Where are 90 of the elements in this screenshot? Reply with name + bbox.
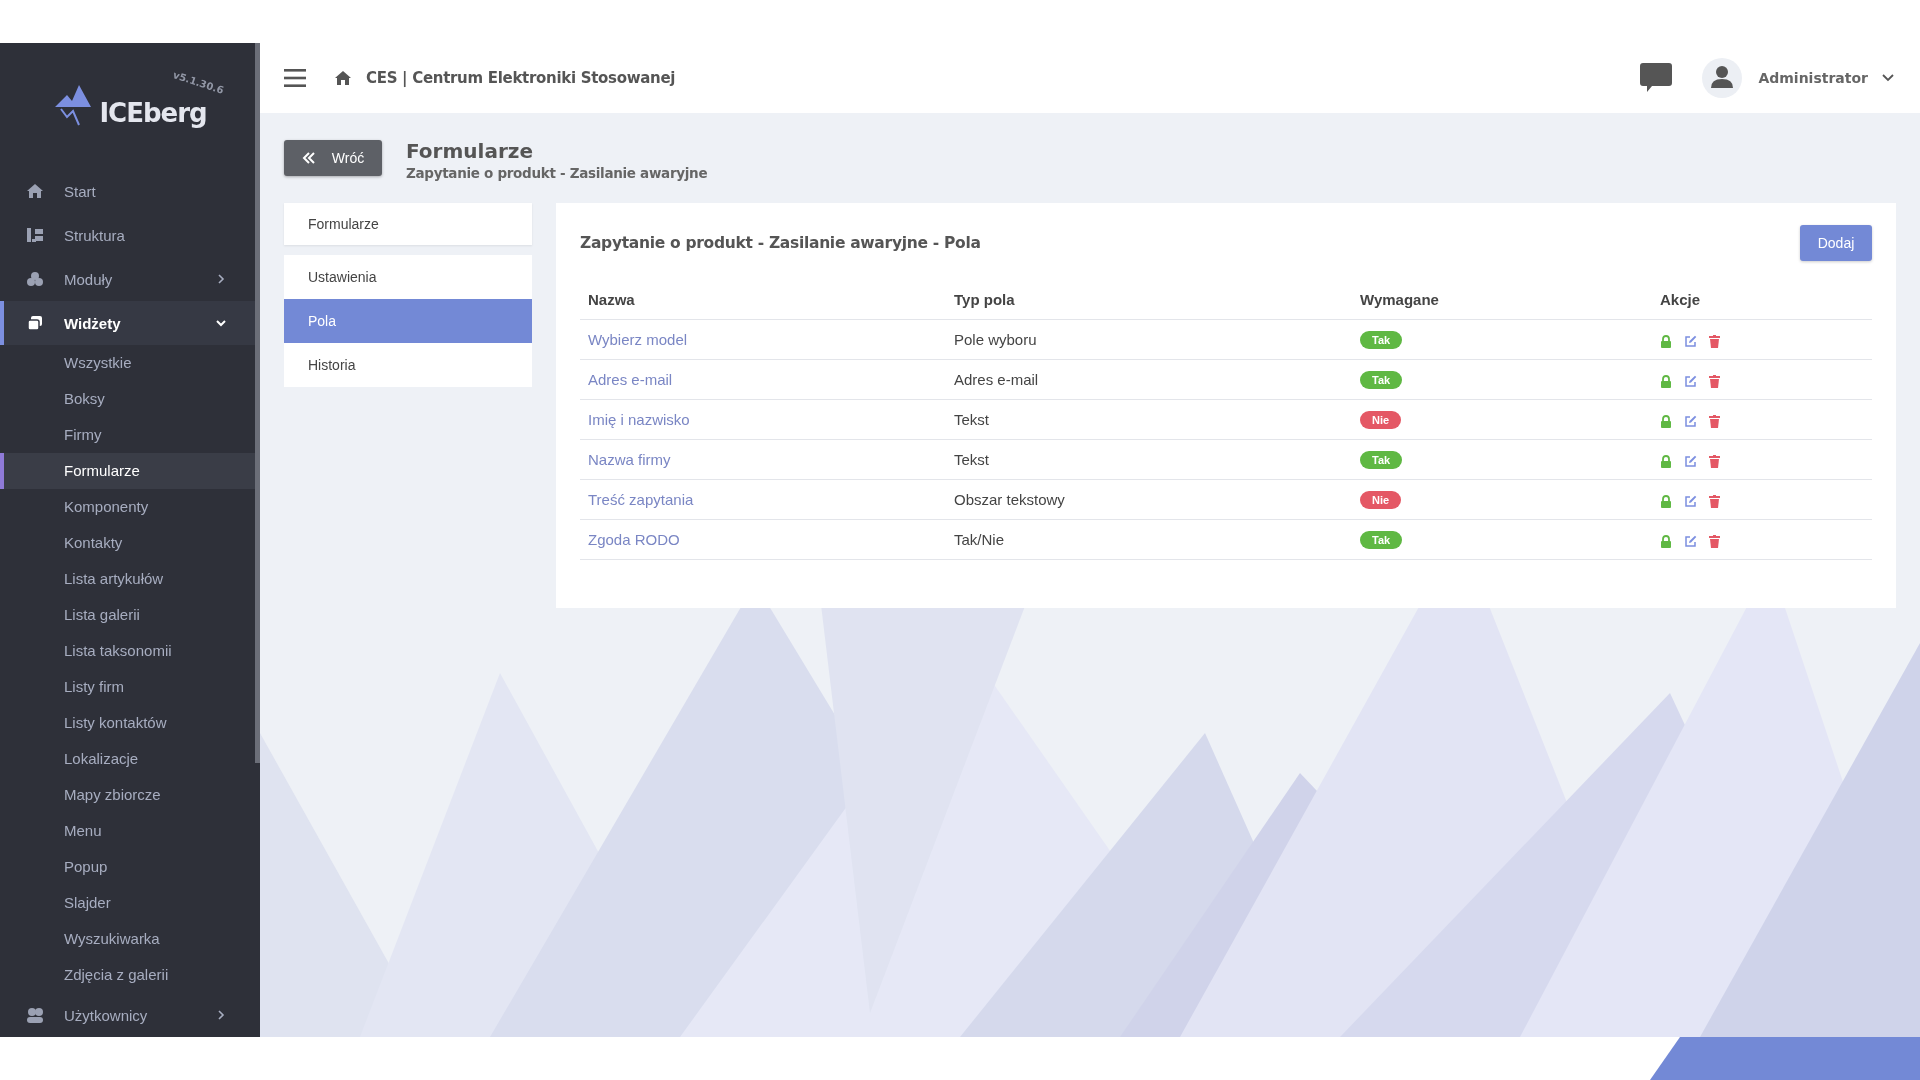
menu-icon[interactable]: [284, 69, 306, 87]
required-badge: Tak: [1360, 331, 1403, 349]
tree-icon: [26, 227, 44, 243]
sidebar-item[interactable]: Start: [0, 169, 255, 213]
double-chevron-icon: [301, 152, 316, 164]
home-icon[interactable]: [334, 70, 352, 86]
user-name[interactable]: Administrator: [1758, 70, 1868, 86]
sidebar-subitem[interactable]: Boksy: [0, 381, 255, 417]
column-header: Typ pola: [954, 290, 1015, 308]
home-icon: [26, 183, 44, 199]
add-button[interactable]: Dodaj: [1800, 225, 1872, 261]
sidebar-subitem[interactable]: Lista taksonomii: [0, 633, 255, 669]
sidebar-subitem[interactable]: Mapy zbiorcze: [0, 777, 255, 813]
chevron-icon: [215, 1009, 227, 1021]
sidebar-subitem[interactable]: Slajder: [0, 885, 255, 921]
chevron-icon: [215, 273, 227, 285]
sidebar-subitem[interactable]: Listy firm: [0, 669, 255, 705]
sidebar-subitem[interactable]: Formularze: [0, 453, 255, 489]
required-badge: Nie: [1360, 491, 1402, 509]
back-button[interactable]: Wróć: [284, 140, 382, 176]
sidebar-item[interactable]: Moduły: [0, 257, 255, 301]
breadcrumb[interactable]: CES | Centrum Elektroniki Stosowanej: [366, 69, 676, 87]
page-subtitle: Zapytanie o produkt - Zasilanie awaryjne: [406, 165, 708, 181]
field-name-link[interactable]: Zgoda RODO: [588, 531, 680, 548]
lock-icon[interactable]: [1660, 534, 1672, 548]
edit-icon[interactable]: [1684, 334, 1698, 348]
cubes-icon: [26, 271, 44, 287]
side-tab[interactable]: Formularze: [284, 203, 532, 245]
table-cell: Obszar tekstowy: [954, 491, 1065, 508]
lock-icon[interactable]: [1660, 414, 1672, 428]
column-header: Nazwa: [588, 290, 635, 308]
sidebar-subitem[interactable]: Lista artykułów: [0, 561, 255, 597]
sidebar-subitem[interactable]: Zdjęcia z galerii: [0, 957, 255, 993]
page-title: Formularze: [406, 139, 534, 163]
windows-icon: [26, 315, 44, 331]
users-icon: [26, 1007, 44, 1023]
sidebar-item[interactable]: Struktura: [0, 213, 255, 257]
side-tab[interactable]: Pola: [284, 299, 532, 343]
lock-icon[interactable]: [1660, 334, 1672, 348]
trash-icon[interactable]: [1709, 534, 1721, 548]
logo-text: ICEberg: [99, 98, 207, 128]
sidebar-subitem[interactable]: Popup: [0, 849, 255, 885]
field-name-link[interactable]: Treść zapytania: [588, 491, 694, 508]
sidebar-subitem[interactable]: Wszystkie: [0, 345, 255, 381]
lock-icon[interactable]: [1660, 454, 1672, 468]
field-name-link[interactable]: Adres e-mail: [588, 371, 673, 388]
edit-icon[interactable]: [1684, 374, 1698, 388]
chat-icon[interactable]: [1640, 63, 1673, 93]
lock-icon[interactable]: [1660, 494, 1672, 508]
edit-icon[interactable]: [1684, 494, 1698, 508]
edit-icon[interactable]: [1684, 534, 1698, 548]
trash-icon[interactable]: [1709, 494, 1721, 508]
sidebar-subitem[interactable]: Wyszukiwarka: [0, 921, 255, 957]
sidebar-subitem[interactable]: Lokalizacje: [0, 741, 255, 777]
field-name-link[interactable]: Nazwa firmy: [588, 451, 671, 468]
edit-icon[interactable]: [1684, 454, 1698, 468]
table-cell: Tak/Nie: [954, 531, 1005, 548]
required-badge: Nie: [1360, 411, 1402, 429]
edit-icon[interactable]: [1684, 414, 1698, 428]
sidebar-subitem[interactable]: Listy kontaktów: [0, 705, 255, 741]
sidebar-item[interactable]: Użytkownicy: [0, 993, 255, 1037]
table-cell: Adres e-mail: [954, 371, 1039, 388]
table-cell: Tekst: [954, 451, 989, 468]
required-badge: Tak: [1360, 531, 1403, 549]
trash-icon[interactable]: [1709, 454, 1721, 468]
card-title: Zapytanie o produkt - Zasilanie awaryjne - Pola: [580, 234, 981, 252]
side-tab[interactable]: Historia: [284, 343, 532, 387]
chevron-icon: [215, 317, 227, 329]
sidebar-subitem[interactable]: Komponenty: [0, 489, 255, 525]
field-name-link[interactable]: Imię i nazwisko: [588, 411, 690, 428]
trash-icon[interactable]: [1709, 334, 1721, 348]
column-header: Wymagane: [1360, 290, 1439, 308]
lock-icon[interactable]: [1660, 374, 1672, 388]
trash-icon[interactable]: [1709, 374, 1721, 388]
column-header: Akcje: [1660, 290, 1701, 308]
field-name-link[interactable]: Wybierz model: [588, 331, 688, 348]
sidebar-subitem[interactable]: Kontakty: [0, 525, 255, 561]
sidebar-subitem[interactable]: Firmy: [0, 417, 255, 453]
side-tab[interactable]: Ustawienia: [284, 255, 532, 299]
required-badge: Tak: [1360, 371, 1403, 389]
sidebar-subitem[interactable]: Lista galerii: [0, 597, 255, 633]
table-cell: Pole wyboru: [954, 331, 1037, 348]
sidebar-item[interactable]: Widżety: [0, 301, 255, 345]
trash-icon[interactable]: [1709, 414, 1721, 428]
chevron-icon[interactable]: [1882, 73, 1894, 83]
user-avatar-icon[interactable]: [1702, 58, 1743, 98]
scrollbar[interactable]: [255, 43, 260, 763]
sidebar-subitem[interactable]: Menu: [0, 813, 255, 849]
required-badge: Tak: [1360, 451, 1403, 469]
table-cell: Tekst: [954, 411, 989, 428]
